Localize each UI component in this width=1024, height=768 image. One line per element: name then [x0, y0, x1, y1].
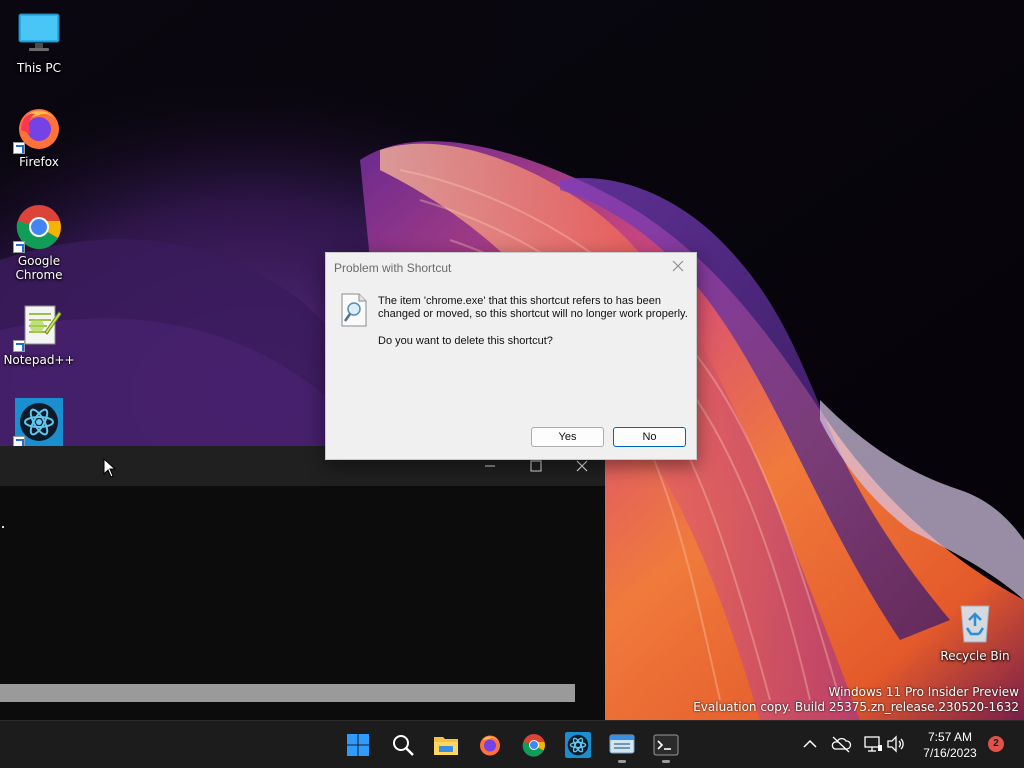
dialog-close-button[interactable] — [662, 253, 696, 281]
desktop-icon-label: Firefox — [19, 155, 59, 169]
desktop-icon-firefox[interactable]: Firefox — [3, 104, 75, 169]
watermark-build: Evaluation copy. Build 25375.zn_release.… — [693, 700, 1019, 714]
show-hidden-icons-button[interactable] — [799, 733, 821, 755]
volume-button[interactable] — [885, 733, 907, 755]
recycle-bin-icon — [951, 598, 999, 646]
desktop-icon-notepadpp[interactable]: Notepad++ — [3, 302, 75, 367]
taskbar-clock[interactable]: 7:57 AM 7/16/2023 — [918, 729, 982, 761]
notification-badge[interactable]: 2 — [988, 736, 1004, 752]
cloud-offline-icon — [831, 736, 852, 753]
file-explorer-button[interactable] — [426, 727, 466, 763]
terminal-scrollbar[interactable] — [0, 684, 575, 702]
network-icon — [864, 736, 882, 752]
electron-app-icon — [13, 398, 63, 448]
search-button[interactable] — [383, 727, 423, 763]
search-icon — [393, 735, 414, 756]
firefox-icon — [13, 104, 63, 154]
chrome-icon — [522, 734, 545, 757]
firefox-icon — [480, 735, 500, 756]
broken-shortcut-icon — [340, 293, 368, 327]
desktop-icon-label: Notepad++ — [3, 353, 75, 367]
dialog-question: Do you want to delete this shortcut? — [378, 335, 553, 347]
file-explorer-icon — [434, 737, 458, 755]
shortcut-arrow-icon — [13, 340, 25, 352]
shortcut-arrow-icon — [13, 142, 25, 154]
desktop-icon-this-pc[interactable]: This PC — [3, 10, 75, 75]
no-button[interactable]: No — [613, 427, 686, 447]
desktop-icon-recycle-bin[interactable]: Recycle Bin — [939, 598, 1011, 663]
clock-date: 7/16/2023 — [923, 746, 977, 760]
taskbar-terminal-button[interactable] — [646, 727, 686, 763]
dialog-title: Problem with Shortcut — [334, 261, 452, 275]
chrome-icon — [13, 203, 63, 253]
clock-time: 7:57 AM — [927, 730, 973, 744]
desktop-icon-electron-app[interactable] — [3, 398, 75, 448]
mouse-cursor-icon — [103, 457, 117, 483]
volume-icon — [887, 735, 904, 753]
watermark-edition: Windows 11 Pro Insider Preview — [828, 685, 1019, 699]
terminal-icon — [653, 734, 679, 756]
terminal-cursor-dot — [2, 526, 4, 528]
yes-button[interactable]: Yes — [531, 427, 604, 447]
onedrive-button[interactable] — [830, 733, 852, 755]
problem-with-shortcut-dialog[interactable]: Problem with Shortcut The item 'chrome.e… — [325, 252, 697, 460]
terminal-window[interactable] — [0, 446, 605, 720]
desktop-icon-google-chrome[interactable]: Google Chrome — [3, 203, 75, 282]
taskbar: 7:57 AM 7/16/2023 — [0, 720, 1024, 768]
shortcut-arrow-icon — [13, 241, 25, 253]
desktop-icon-label: Recycle Bin — [940, 649, 1010, 663]
chevron-up-icon — [803, 739, 817, 748]
running-indicator — [662, 760, 670, 763]
dialog-message: The item 'chrome.exe' that this shortcut… — [378, 295, 688, 320]
windows-watermark: Windows 11 Pro Insider Preview Evaluatio… — [693, 685, 1019, 715]
taskbar-firefox-button[interactable] — [470, 727, 510, 763]
electron-app-icon — [565, 732, 591, 758]
desktop-icon-label: This PC — [17, 61, 61, 75]
monitor-icon — [15, 10, 63, 58]
close-icon — [672, 260, 684, 272]
taskbar-chrome-button[interactable] — [514, 727, 554, 763]
taskbar-electron-app-button[interactable] — [558, 727, 598, 763]
keyboard-app-icon — [609, 734, 635, 754]
notepadpp-icon — [13, 302, 63, 352]
taskbar-keyboard-app-button[interactable] — [602, 727, 642, 763]
start-button[interactable] — [338, 727, 378, 763]
network-button[interactable] — [862, 733, 884, 755]
start-icon — [347, 734, 369, 756]
desktop-icon-label: Google Chrome — [15, 254, 63, 282]
running-indicator — [618, 760, 626, 763]
